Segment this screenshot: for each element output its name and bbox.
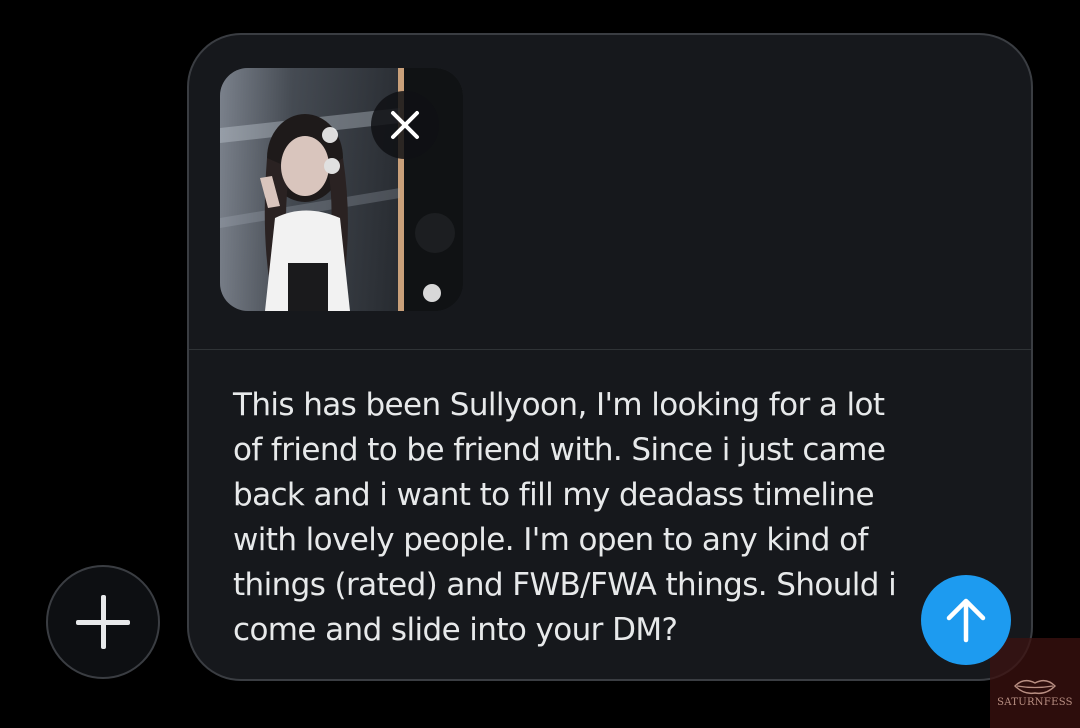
composer-divider: [189, 349, 1031, 350]
plus-icon: [76, 595, 130, 649]
arrow-up-icon: [946, 598, 986, 643]
attached-media-area: [189, 35, 1031, 350]
watermark: SATURNFESS: [990, 638, 1080, 728]
send-button[interactable]: [921, 575, 1011, 665]
watermark-text: SATURNFESS: [997, 697, 1073, 708]
message-input[interactable]: This has been Sullyoon, I'm looking for …: [233, 383, 933, 653]
dm-composer-screen: This has been Sullyoon, I'm looking for …: [0, 0, 1080, 728]
message-composer: This has been Sullyoon, I'm looking for …: [187, 33, 1033, 681]
add-attachment-button[interactable]: [46, 565, 160, 679]
close-icon: [391, 111, 419, 139]
lips-logo: [1014, 679, 1056, 695]
remove-media-button[interactable]: [371, 91, 439, 159]
